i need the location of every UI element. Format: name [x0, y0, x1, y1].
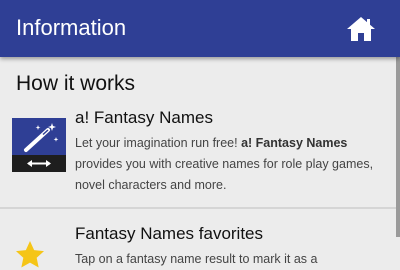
section-title: How it works	[16, 72, 136, 95]
info-content: How it works a! Fantasy Names Let your i…	[0, 57, 400, 270]
home-icon	[347, 17, 375, 41]
star-icon	[16, 241, 44, 268]
item-description: Tap on a fantasy name result to mark it …	[75, 252, 318, 266]
item-title: Fantasy Names favorites	[75, 224, 264, 243]
magic-wand-icon	[12, 118, 66, 172]
item-title: a! Fantasy Names	[75, 108, 213, 127]
scrollbar[interactable]	[396, 57, 400, 237]
list-item-favorites: Fantasy Names favorites Tap on a fantasy…	[0, 207, 396, 270]
list-item-fantasy-names: a! Fantasy Names Let your imagination ru…	[0, 103, 396, 207]
page-title: Information	[16, 15, 127, 40]
home-button[interactable]	[346, 15, 376, 43]
app-bar: Information	[0, 0, 400, 57]
item-description: Let your imagination run free! a! Fantas…	[75, 136, 374, 192]
